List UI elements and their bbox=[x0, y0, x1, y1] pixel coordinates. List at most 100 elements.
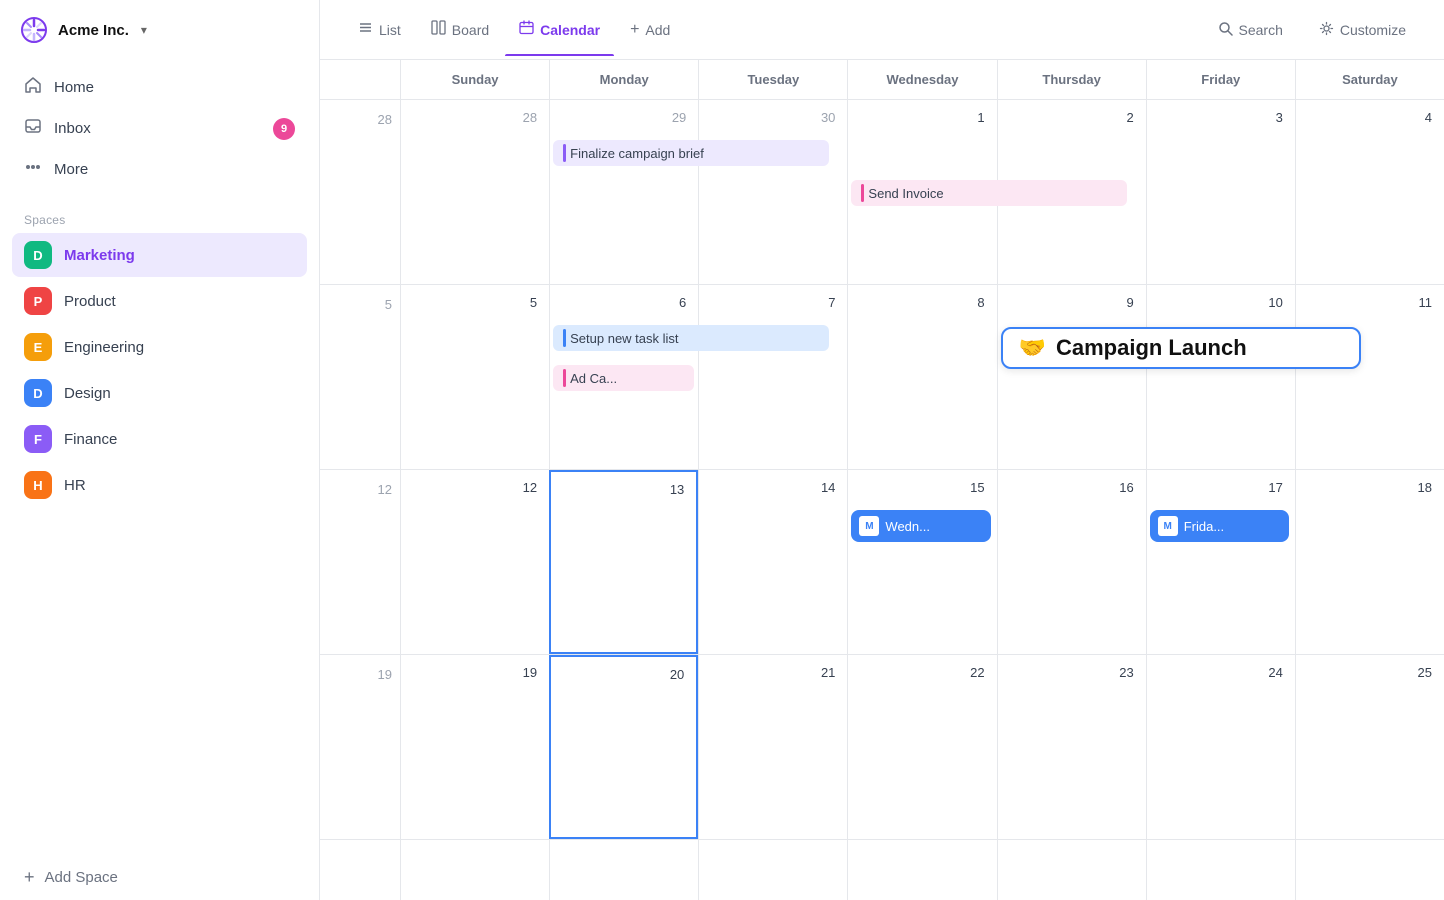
cell-5[interactable]: 5 bbox=[400, 285, 549, 469]
sidebar-item-design[interactable]: D Design bbox=[12, 371, 307, 415]
sidebar-item-design-label: Design bbox=[64, 385, 111, 402]
cell-28[interactable]: 28 bbox=[400, 100, 549, 284]
cell-9[interactable]: 9 bbox=[997, 285, 1146, 469]
finance-dot: F bbox=[24, 425, 52, 453]
cell-23[interactable]: 23 bbox=[997, 655, 1146, 839]
board-view-label: Board bbox=[452, 22, 489, 38]
inbox-icon bbox=[24, 117, 42, 140]
row-date-19: 19 bbox=[320, 655, 400, 839]
sidebar-item-finance-label: Finance bbox=[64, 431, 117, 448]
sidebar-item-home[interactable]: Home bbox=[12, 68, 307, 107]
date-6: 6 bbox=[558, 293, 690, 312]
sidebar-item-engineering-label: Engineering bbox=[64, 339, 144, 356]
app-logo-icon bbox=[20, 16, 48, 44]
calendar-row-5 bbox=[320, 840, 1444, 900]
search-icon bbox=[1218, 21, 1233, 39]
event-finalize-campaign[interactable]: Finalize campaign brief bbox=[553, 140, 828, 166]
cell-15[interactable]: 15 bbox=[847, 470, 996, 654]
cell-11[interactable]: 11 bbox=[1295, 285, 1444, 469]
cell-29b[interactable] bbox=[847, 840, 996, 900]
sidebar-item-product[interactable]: P Product bbox=[12, 279, 307, 323]
header-wednesday: Wednesday bbox=[847, 60, 996, 99]
sidebar-item-home-label: Home bbox=[54, 79, 94, 96]
cell-27[interactable] bbox=[549, 840, 698, 900]
event-wed-meet[interactable]: M Wedn... bbox=[851, 510, 990, 542]
sidebar-item-marketing[interactable]: D Marketing bbox=[12, 233, 307, 277]
add-view-button[interactable]: + Add bbox=[616, 13, 684, 47]
cell-29[interactable]: 29 bbox=[549, 100, 698, 284]
cell-19[interactable]: 19 bbox=[400, 655, 549, 839]
search-button[interactable]: Search bbox=[1204, 13, 1297, 47]
marketing-dot: D bbox=[24, 241, 52, 269]
date-16: 16 bbox=[1006, 478, 1138, 497]
campaign-launch-emoji-icon: 🤝 bbox=[1019, 335, 1046, 361]
cell-26[interactable] bbox=[400, 840, 549, 900]
sidebar-item-more[interactable]: More bbox=[12, 150, 307, 189]
cell-31[interactable] bbox=[1146, 840, 1295, 900]
cell-8[interactable]: 8 bbox=[847, 285, 996, 469]
event-wed-meet-label: Wedn... bbox=[885, 519, 930, 534]
sidebar-item-engineering[interactable]: E Engineering bbox=[12, 325, 307, 369]
event-send-invoice[interactable]: Send Invoice bbox=[851, 180, 1126, 206]
meet-icon-2: M bbox=[1158, 516, 1178, 536]
cell-30[interactable]: 30 bbox=[698, 100, 847, 284]
row-date-12: 12 bbox=[320, 470, 400, 654]
cell-10[interactable]: 10 bbox=[1146, 285, 1295, 469]
calendar-view-button[interactable]: Calendar bbox=[505, 12, 614, 47]
topbar-right-actions: Search Customize bbox=[1204, 13, 1421, 47]
cell-4[interactable]: 4 bbox=[1295, 100, 1444, 284]
cell-3[interactable]: 3 bbox=[1146, 100, 1295, 284]
cell-14[interactable]: 14 bbox=[698, 470, 847, 654]
event-ad-campaign[interactable]: Ad Ca... bbox=[553, 365, 694, 391]
meet-icon: M bbox=[859, 516, 879, 536]
cell-21[interactable]: 21 bbox=[698, 655, 847, 839]
sidebar-item-inbox[interactable]: Inbox 9 bbox=[12, 109, 307, 148]
cell-13[interactable]: 13 bbox=[549, 470, 698, 654]
date-18: 18 bbox=[1304, 478, 1436, 497]
cell-7[interactable]: 7 bbox=[698, 285, 847, 469]
sidebar-item-hr-label: HR bbox=[64, 477, 86, 494]
sidebar-item-product-label: Product bbox=[64, 293, 116, 310]
cell-18[interactable]: 18 bbox=[1295, 470, 1444, 654]
design-dot: D bbox=[24, 379, 52, 407]
cell-25[interactable]: 25 bbox=[1295, 655, 1444, 839]
header-monday: Monday bbox=[549, 60, 698, 99]
cell-16[interactable]: 16 bbox=[997, 470, 1146, 654]
home-icon bbox=[24, 76, 42, 99]
cell-1b[interactable] bbox=[1295, 840, 1444, 900]
cell-17[interactable]: 17 bbox=[1146, 470, 1295, 654]
event-campaign-launch[interactable]: 🤝 Campaign Launch bbox=[1001, 327, 1362, 369]
cell-28b[interactable] bbox=[698, 840, 847, 900]
sidebar-item-inbox-label: Inbox bbox=[54, 120, 91, 137]
add-icon: + bbox=[630, 21, 639, 39]
event-fri-meet[interactable]: M Frida... bbox=[1150, 510, 1289, 542]
row-12-num: 12 bbox=[378, 478, 392, 497]
cell-30b[interactable] bbox=[997, 840, 1146, 900]
spaces-section-label: Spaces bbox=[0, 197, 319, 233]
event-bar-left bbox=[563, 144, 566, 162]
cell-24[interactable]: 24 bbox=[1146, 655, 1295, 839]
list-view-button[interactable]: List bbox=[344, 12, 415, 47]
inbox-badge: 9 bbox=[273, 118, 295, 140]
customize-button[interactable]: Customize bbox=[1305, 13, 1420, 47]
add-view-label: Add bbox=[645, 22, 670, 38]
cell-22[interactable]: 22 bbox=[847, 655, 996, 839]
meet-icon-2-letter: M bbox=[1164, 521, 1172, 532]
date-5: 5 bbox=[409, 293, 541, 312]
view-switcher: List Board Calendar + Add bbox=[344, 12, 1200, 47]
sidebar-item-hr[interactable]: H HR bbox=[12, 463, 307, 507]
cell-20[interactable]: 20 bbox=[549, 655, 698, 839]
topbar: List Board Calendar + Add bbox=[320, 0, 1444, 60]
sidebar-item-finance[interactable]: F Finance bbox=[12, 417, 307, 461]
cell-12[interactable]: 12 bbox=[400, 470, 549, 654]
board-view-button[interactable]: Board bbox=[417, 12, 503, 47]
event-setup-task-list[interactable]: Setup new task list bbox=[553, 325, 828, 351]
date-12: 12 bbox=[409, 478, 541, 497]
event-label: Send Invoice bbox=[868, 186, 943, 201]
date-4: 4 bbox=[1304, 108, 1436, 127]
app-title[interactable]: Acme Inc. ▾ bbox=[0, 0, 319, 60]
sidebar-item-more-label: More bbox=[54, 161, 88, 178]
add-space-button[interactable]: + Add Space bbox=[0, 855, 319, 900]
add-space-icon: + bbox=[24, 867, 35, 888]
row-5-num: 5 bbox=[385, 293, 392, 312]
